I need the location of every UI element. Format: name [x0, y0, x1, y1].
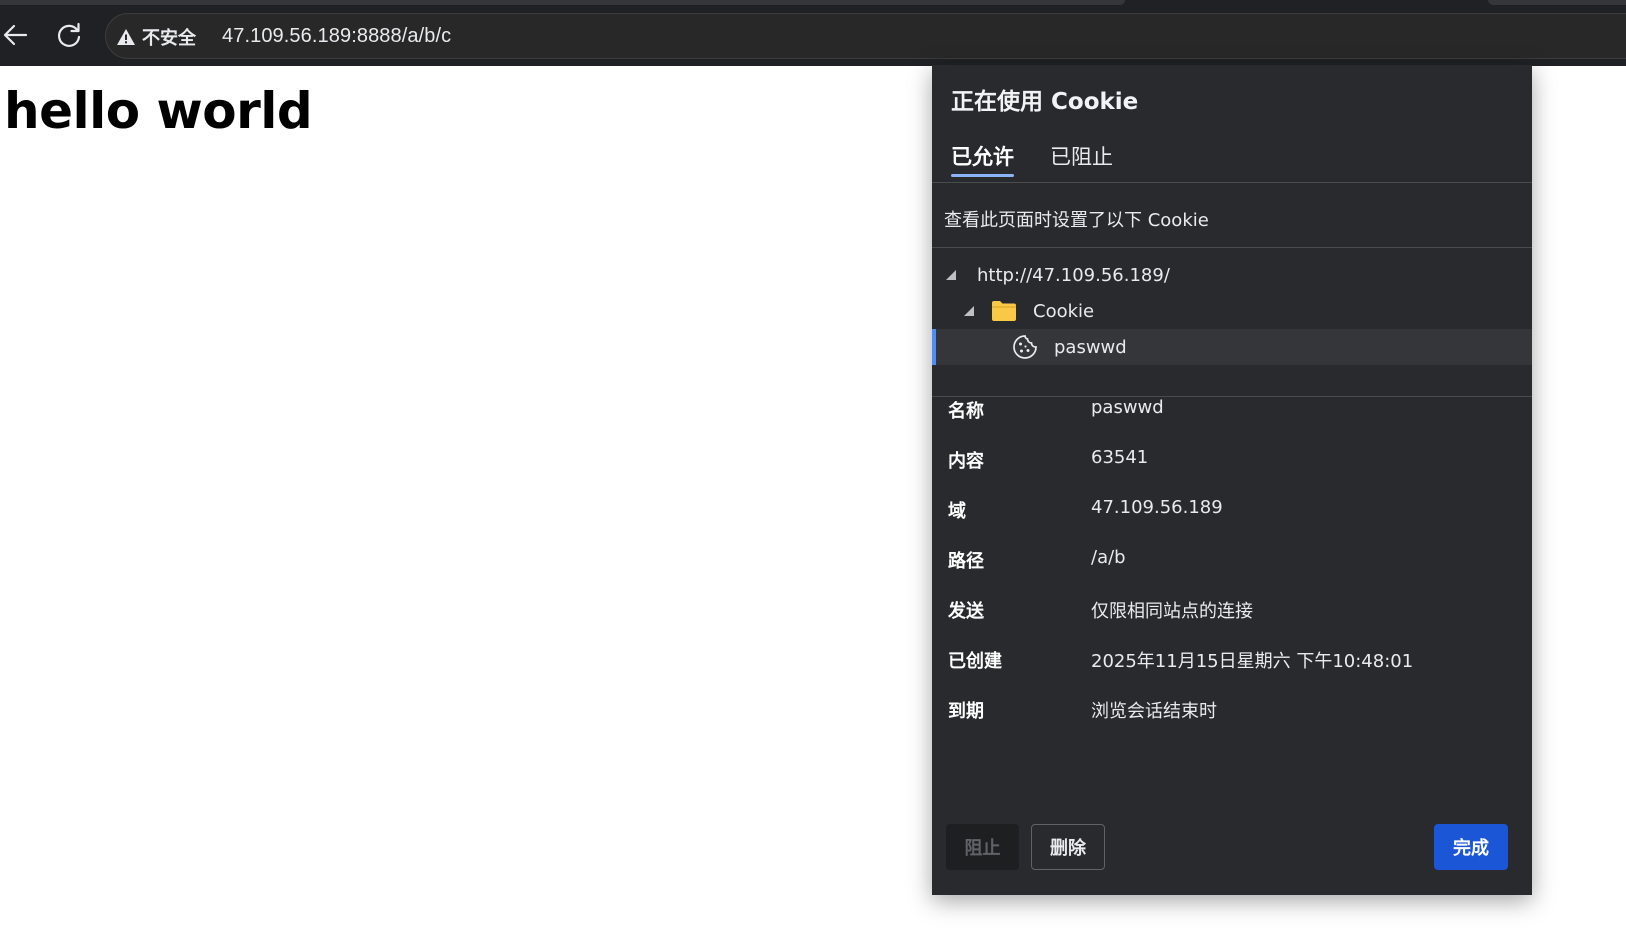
- cookie-icon: [1013, 335, 1037, 359]
- detail-value-path: /a/b: [1091, 547, 1126, 568]
- divider: [932, 182, 1532, 183]
- tree-cookie-row[interactable]: paswwd: [932, 329, 1532, 365]
- tab-strip-edge: [1488, 0, 1626, 5]
- security-status-label: 不安全: [142, 28, 196, 49]
- detail-value-domain: 47.109.56.189: [1091, 497, 1223, 518]
- tree-cookie-label: paswwd: [1054, 336, 1127, 358]
- browser-toolbar: 不安全 47.109.56.189:8888/a/b/c: [0, 0, 1626, 66]
- dialog-title: 正在使用 Cookie: [951, 89, 1139, 115]
- detail-value-created: 2025年11月15日星期六 下午10:48:01: [1091, 651, 1414, 672]
- tree-folder-label: Cookie: [1033, 300, 1095, 322]
- detail-label-content: 内容: [948, 451, 984, 472]
- detail-value-expires: 浏览会话结束时: [1091, 701, 1217, 722]
- cookie-description: 查看此页面时设置了以下 Cookie: [944, 210, 1209, 231]
- detail-value-send: 仅限相同站点的连接: [1091, 601, 1253, 622]
- detail-label-send: 发送: [948, 601, 984, 622]
- warning-triangle-icon: [117, 29, 135, 45]
- detail-label-path: 路径: [948, 551, 984, 572]
- site-info-chip[interactable]: 不安全: [116, 24, 196, 50]
- reload-button[interactable]: [51, 17, 87, 53]
- back-button[interactable]: [0, 17, 33, 53]
- tab-strip-edge: [0, 0, 1125, 5]
- done-button[interactable]: 完成: [1434, 824, 1508, 870]
- detail-label-expires: 到期: [948, 701, 984, 722]
- divider: [932, 396, 1532, 397]
- tree-folder-row[interactable]: Cookie: [932, 293, 1532, 329]
- page-heading: hello world: [4, 82, 313, 140]
- arrow-left-icon: [3, 24, 28, 46]
- url-text[interactable]: 47.109.56.189:8888/a/b/c: [222, 25, 451, 48]
- tree-site-row[interactable]: http://47.109.56.189/: [932, 257, 1532, 293]
- delete-button[interactable]: 删除: [1031, 824, 1105, 870]
- address-bar[interactable]: 不安全 47.109.56.189:8888/a/b/c: [105, 13, 1626, 59]
- tab-allowed[interactable]: 已允许: [951, 141, 1014, 177]
- tree-site-label: http://47.109.56.189/: [977, 264, 1170, 286]
- triangle-expander-icon[interactable]: [944, 268, 958, 282]
- tab-blocked[interactable]: 已阻止: [1050, 141, 1113, 171]
- triangle-expander-icon[interactable]: [962, 304, 976, 318]
- block-button[interactable]: 阻止: [946, 824, 1019, 870]
- detail-value-name: paswwd: [1091, 397, 1164, 418]
- cookie-dialog: 正在使用 Cookie 已允许 已阻止 查看此页面时设置了以下 Cookie h…: [932, 65, 1532, 895]
- detail-value-content: 63541: [1091, 447, 1149, 468]
- reload-icon: [57, 22, 81, 47]
- divider: [932, 247, 1532, 248]
- detail-label-created: 已创建: [948, 651, 1002, 672]
- detail-label-name: 名称: [948, 401, 984, 422]
- folder-icon: [992, 301, 1016, 321]
- detail-label-domain: 域: [948, 501, 966, 522]
